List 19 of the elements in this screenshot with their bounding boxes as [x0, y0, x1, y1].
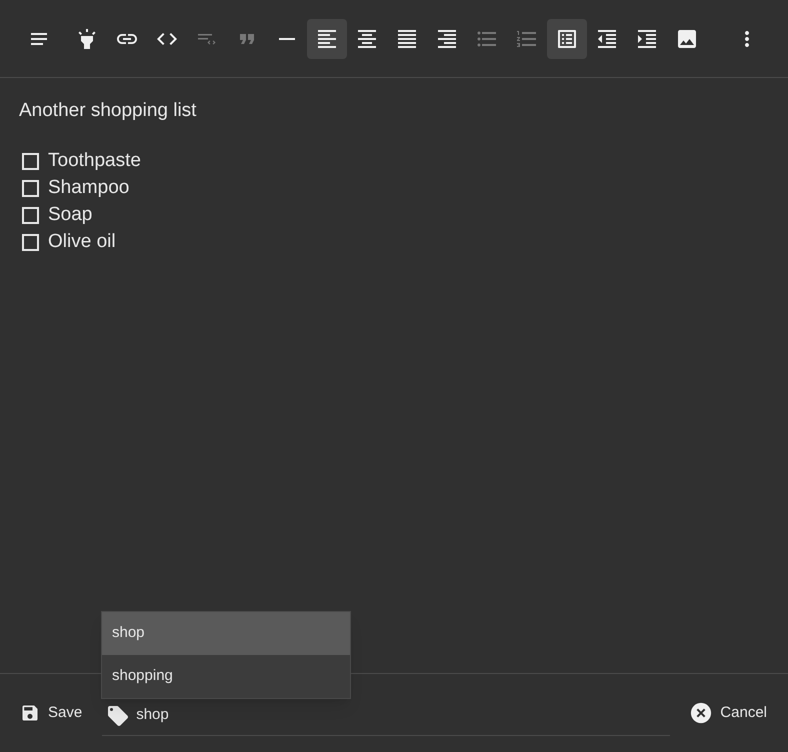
checklist-item-text: Olive oil	[48, 230, 116, 254]
cancel-button[interactable]: Cancel	[690, 695, 767, 731]
save-button[interactable]: Save	[20, 695, 82, 731]
close-icon	[690, 702, 712, 724]
checklist-item-text: Shampoo	[48, 176, 130, 200]
checklist-item-text: Soap	[48, 203, 92, 228]
checkbox[interactable]	[22, 153, 39, 170]
checklist-item-text: Toothpaste	[48, 149, 141, 174]
checkbox[interactable]	[22, 207, 39, 224]
suggestion-item[interactable]: shopping	[102, 655, 350, 698]
tag-icon	[106, 704, 130, 728]
checkbox[interactable]	[22, 234, 39, 251]
toolbar-button[interactable]	[307, 18, 347, 58]
more-menu-icon	[745, 30, 749, 46]
note-title: Another shopping list	[19, 99, 198, 123]
suggestion-item[interactable]: shop	[102, 612, 350, 655]
horizontal-rule-icon	[279, 38, 295, 40]
toolbar-button[interactable]	[547, 18, 587, 58]
checkbox[interactable]	[22, 180, 39, 197]
